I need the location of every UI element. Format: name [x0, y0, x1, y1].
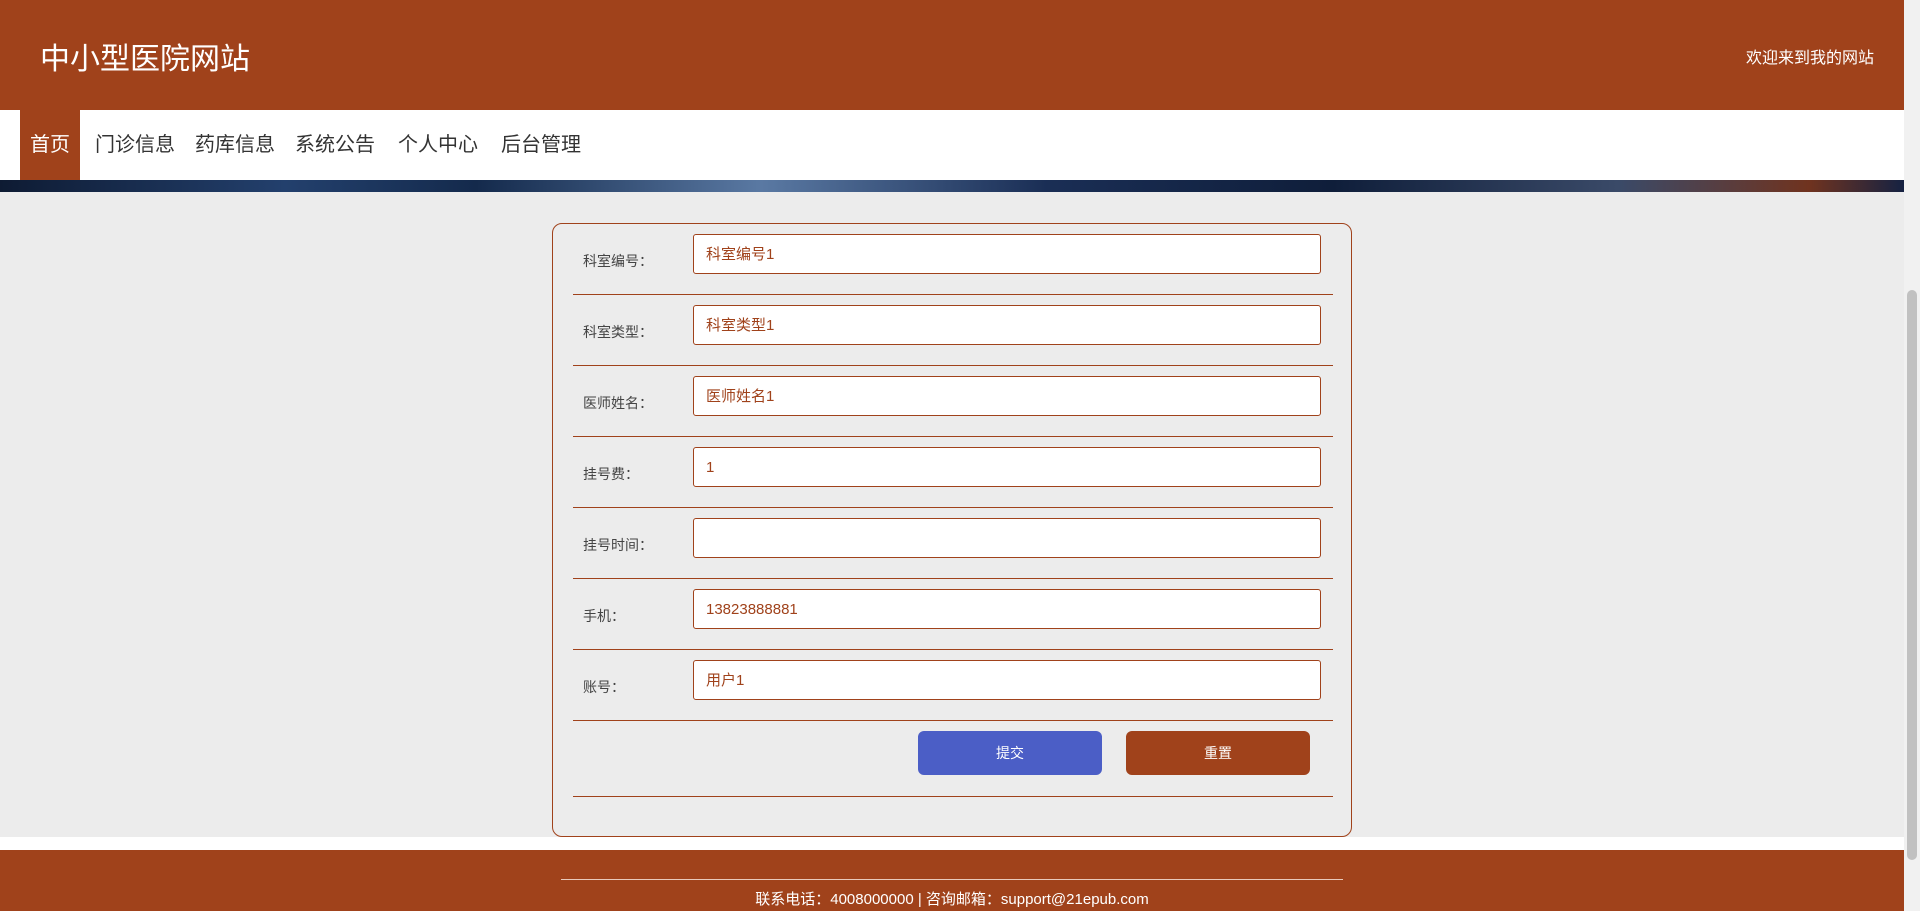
doctor-name-label: 医师姓名：: [583, 395, 653, 411]
form-row-registration-fee: 挂号费： 1: [573, 437, 1333, 508]
main-nav: 首页 门诊信息 药库信息 系统公告 个人中心 后台管理: [0, 110, 1904, 180]
registration-time-label: 挂号时间：: [583, 537, 653, 553]
registration-fee-input[interactable]: 1: [693, 447, 1321, 487]
footer: 联系电话：4008000000 | 咨询邮箱：support@21epub.co…: [0, 850, 1904, 911]
registration-time-input[interactable]: [693, 518, 1321, 558]
department-id-label: 科室编号：: [583, 253, 653, 269]
department-form: 科室编号： 科室编号1 科室类型： 科室类型1 医师姓名： 医师姓名1 挂号费：…: [552, 223, 1352, 837]
account-label: 账号：: [583, 679, 625, 695]
department-type-input[interactable]: 科室类型1: [693, 305, 1321, 345]
form-row-doctor-name: 医师姓名： 医师姓名1: [573, 366, 1333, 437]
form-row-phone: 手机： 13823888881: [573, 579, 1333, 650]
footer-contact-text: 联系电话：4008000000 | 咨询邮箱：support@21epub.co…: [755, 891, 1149, 908]
account-input[interactable]: 用户1: [693, 660, 1321, 700]
department-type-label: 科室类型：: [583, 324, 653, 340]
doctor-name-input[interactable]: 医师姓名1: [693, 376, 1321, 416]
form-row-registration-time: 挂号时间：: [573, 508, 1333, 579]
banner-image: [0, 180, 1904, 192]
phone-label: 手机：: [583, 608, 625, 624]
form-row-department-id: 科室编号： 科室编号1: [573, 224, 1333, 295]
scrollbar-thumb[interactable]: [1907, 290, 1917, 860]
nav-item-home[interactable]: 首页: [20, 110, 80, 180]
form-row-department-type: 科室类型： 科室类型1: [573, 295, 1333, 366]
form-row-account: 账号： 用户1: [573, 650, 1333, 721]
content-bottom-strip: [0, 837, 1904, 850]
nav-item-outpatient[interactable]: 门诊信息: [85, 110, 185, 180]
nav-item-personal-center[interactable]: 个人中心: [388, 110, 488, 180]
registration-fee-label: 挂号费：: [583, 466, 639, 482]
submit-button[interactable]: 提交: [918, 731, 1102, 775]
department-id-input[interactable]: 科室编号1: [693, 234, 1321, 274]
site-title[interactable]: 中小型医院网站: [40, 34, 250, 78]
page-scrollbar[interactable]: [1904, 0, 1920, 911]
top-header: 中小型医院网站 欢迎来到我的网站: [0, 0, 1904, 110]
welcome-text: 欢迎来到我的网站: [1745, 50, 1874, 67]
footer-divider: [561, 879, 1343, 880]
phone-input[interactable]: 13823888881: [693, 589, 1321, 629]
nav-item-announcements[interactable]: 系统公告: [285, 110, 385, 180]
nav-item-admin[interactable]: 后台管理: [491, 110, 591, 180]
nav-item-pharmacy[interactable]: 药库信息: [185, 110, 285, 180]
form-actions: 提交 重置: [573, 721, 1333, 797]
reset-button[interactable]: 重置: [1126, 731, 1310, 775]
